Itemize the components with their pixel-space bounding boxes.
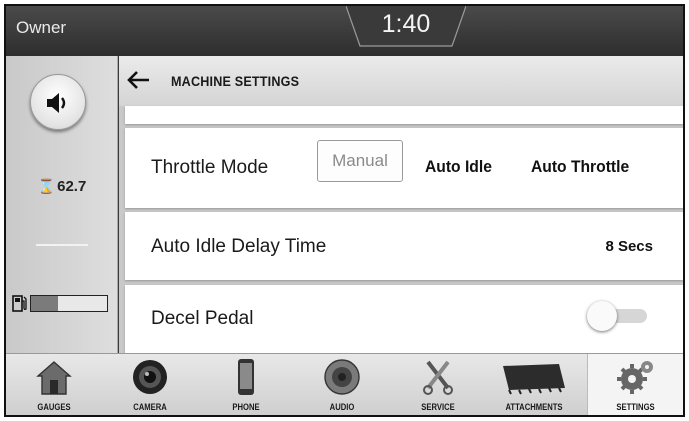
nav-camera[interactable]: CAMERA xyxy=(102,354,198,415)
nav-service[interactable]: SERVICE xyxy=(390,354,486,415)
nav-label-phone: PHONE xyxy=(232,402,260,412)
nav-label-settings: SETTINGS xyxy=(616,402,655,412)
fuel-level-fill xyxy=(31,296,58,311)
engine-hours: ⌛ 62.7 xyxy=(6,178,118,195)
throttle-option-auto-throttle[interactable]: Auto Throttle xyxy=(531,157,629,177)
speaker-icon xyxy=(47,93,66,113)
house-icon xyxy=(36,361,72,395)
nav-attachments[interactable]: ATTACHMENTS xyxy=(486,354,582,415)
nav-audio[interactable]: AUDIO xyxy=(294,354,390,415)
clock-tab: 1:40 xyxy=(346,6,466,50)
nav-label-gauges: GAUGES xyxy=(37,402,71,412)
list-item-partial xyxy=(125,106,683,124)
throttle-mode-row: Throttle Mode Manual Auto Idle Auto Thro… xyxy=(125,128,683,208)
throttle-option-manual[interactable]: Manual xyxy=(317,140,403,182)
decel-pedal-toggle[interactable] xyxy=(587,301,649,331)
display-screen: Owner 1:40 ⌛ 62.7 MACHINE SETTINGS Throt… xyxy=(4,4,685,417)
nav-label-audio: AUDIO xyxy=(329,402,355,412)
status-bar: Owner 1:40 xyxy=(6,6,683,56)
page-title: MACHINE SETTINGS xyxy=(171,73,300,89)
throttle-mode-label: Throttle Mode xyxy=(151,157,269,178)
auto-idle-delay-row[interactable]: Auto Idle Delay Time 8 Secs xyxy=(125,212,683,280)
fuel-gauge xyxy=(30,295,108,312)
hourglass-icon: ⌛ xyxy=(37,178,56,194)
wrench-icon xyxy=(423,360,453,395)
user-label: Owner xyxy=(16,18,67,37)
settings-panel: MACHINE SETTINGS Throttle Mode Manual Au… xyxy=(119,56,683,353)
speaker-icon xyxy=(324,359,360,395)
nav-label-service: SERVICE xyxy=(421,402,455,412)
left-rail: ⌛ 62.7 xyxy=(6,56,118,353)
nav-label-camera: CAMERA xyxy=(133,402,167,412)
page-header: MACHINE SETTINGS xyxy=(119,56,683,106)
fuel-pump-icon xyxy=(12,295,27,312)
bucket-icon xyxy=(503,364,565,395)
throttle-option-auto-idle[interactable]: Auto Idle xyxy=(425,157,492,177)
rail-divider xyxy=(36,244,88,246)
back-arrow-icon[interactable] xyxy=(125,69,151,91)
clock-time: 1:40 xyxy=(381,10,431,38)
nav-gauges[interactable]: GAUGES xyxy=(6,354,102,415)
phone-icon xyxy=(238,359,254,395)
camera-lens-icon xyxy=(133,360,167,394)
gears-icon xyxy=(616,361,653,394)
nav-settings[interactable]: SETTINGS xyxy=(587,354,683,415)
nav-label-attachments: ATTACHMENTS xyxy=(505,402,563,412)
nav-phone[interactable]: PHONE xyxy=(198,354,294,415)
volume-button[interactable] xyxy=(30,74,86,130)
toggle-knob xyxy=(587,301,617,331)
decel-pedal-label: Decel Pedal xyxy=(151,308,254,329)
engine-hours-value: 62.7 xyxy=(57,178,87,195)
auto-idle-delay-label: Auto Idle Delay Time xyxy=(151,236,327,257)
bottom-nav: GAUGES CAMERA PHONE AUDIO SERVICE ATTACH… xyxy=(6,353,683,415)
auto-idle-delay-value: 8 Secs xyxy=(605,238,653,255)
decel-pedal-row: Decel Pedal xyxy=(125,285,683,353)
